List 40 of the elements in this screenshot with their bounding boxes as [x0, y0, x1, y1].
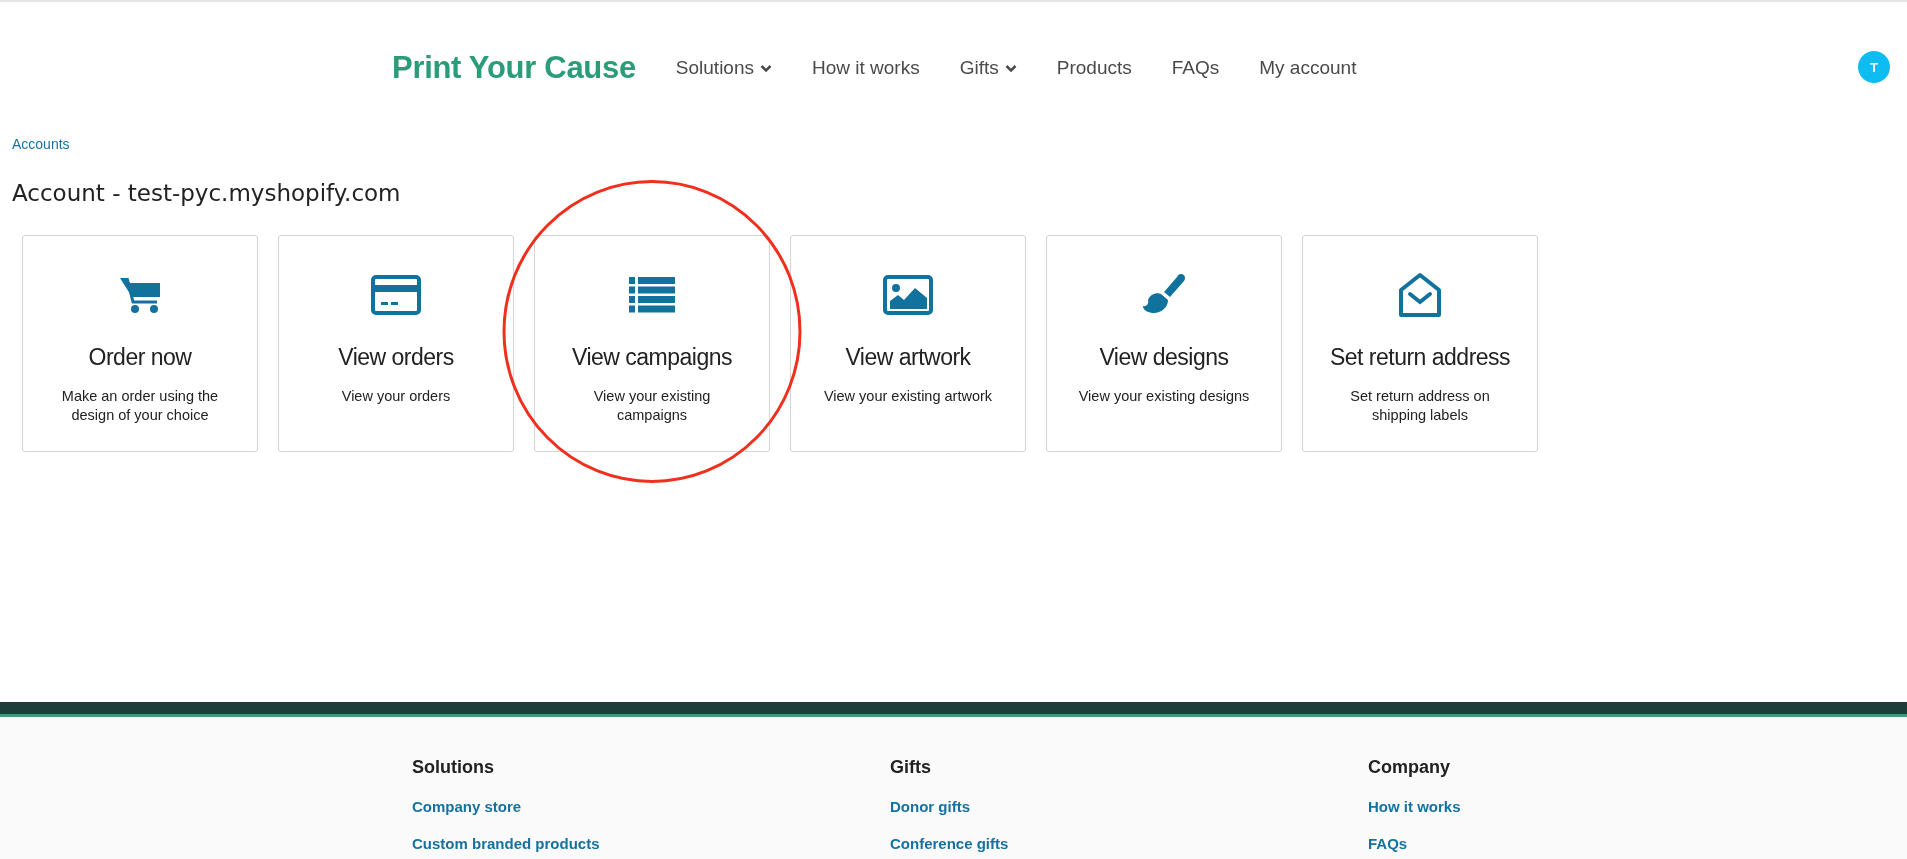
card-title: View orders	[338, 344, 454, 371]
action-card[interactable]: View designs View your existing designs	[1046, 235, 1282, 452]
card-description: View your existing artwork	[822, 387, 994, 406]
credit-card-icon	[371, 275, 421, 315]
action-card[interactable]: View orders View your orders	[278, 235, 514, 452]
footer-link[interactable]: How it works	[1368, 798, 1461, 815]
card-title: View campaigns	[571, 344, 733, 371]
nav-link[interactable]: FAQs	[1151, 57, 1240, 79]
footer-link[interactable]: Conference gifts	[890, 835, 1009, 852]
footer-heading: Company	[1368, 757, 1450, 778]
card-description: Make an order using the design of your choice	[60, 387, 220, 425]
footer-link[interactable]: FAQs	[1368, 835, 1408, 852]
card-description: View your existing campaigns	[592, 387, 712, 425]
nav-link[interactable]: My account	[1239, 57, 1377, 79]
card-description: View your existing designs	[1077, 387, 1251, 406]
envelope-icon	[1397, 272, 1443, 318]
breadcrumb-link[interactable]: Accounts	[12, 136, 70, 152]
nav-link[interactable]: Products	[1036, 57, 1152, 79]
card-description: Set return address on shipping labels	[1349, 387, 1491, 425]
card-title: Order now	[88, 344, 192, 371]
card-description: View your orders	[340, 387, 452, 406]
action-card[interactable]: View campaigns View your existing campaigns	[534, 235, 770, 452]
page-title: Account - test-pyc.myshopify.com	[12, 179, 402, 208]
card-title: Set return address	[1329, 344, 1511, 371]
card-title: View artwork	[845, 344, 971, 371]
list-icon	[629, 277, 675, 313]
nav-link[interactable]: Solutions	[655, 57, 792, 79]
cart-icon	[118, 275, 162, 315]
action-card[interactable]: Order now Make an order using the design of your choice	[22, 235, 258, 452]
card-title: View designs	[1099, 344, 1229, 371]
footer-heading: Gifts	[890, 757, 931, 778]
footer-link[interactable]: Company store	[412, 798, 522, 815]
action-card[interactable]: View artwork View your existing artwork	[790, 235, 1026, 452]
footer-link[interactable]: Custom branded products	[412, 835, 600, 852]
nav-link[interactable]: Gifts	[939, 57, 1037, 79]
action-card[interactable]: Set return address Set return address on shipping labels	[1302, 235, 1538, 452]
nav-link[interactable]: How it works	[792, 57, 940, 79]
footer-link[interactable]: Donor gifts	[890, 798, 970, 815]
image-icon	[883, 275, 933, 315]
footer-heading: Solutions	[412, 757, 494, 778]
